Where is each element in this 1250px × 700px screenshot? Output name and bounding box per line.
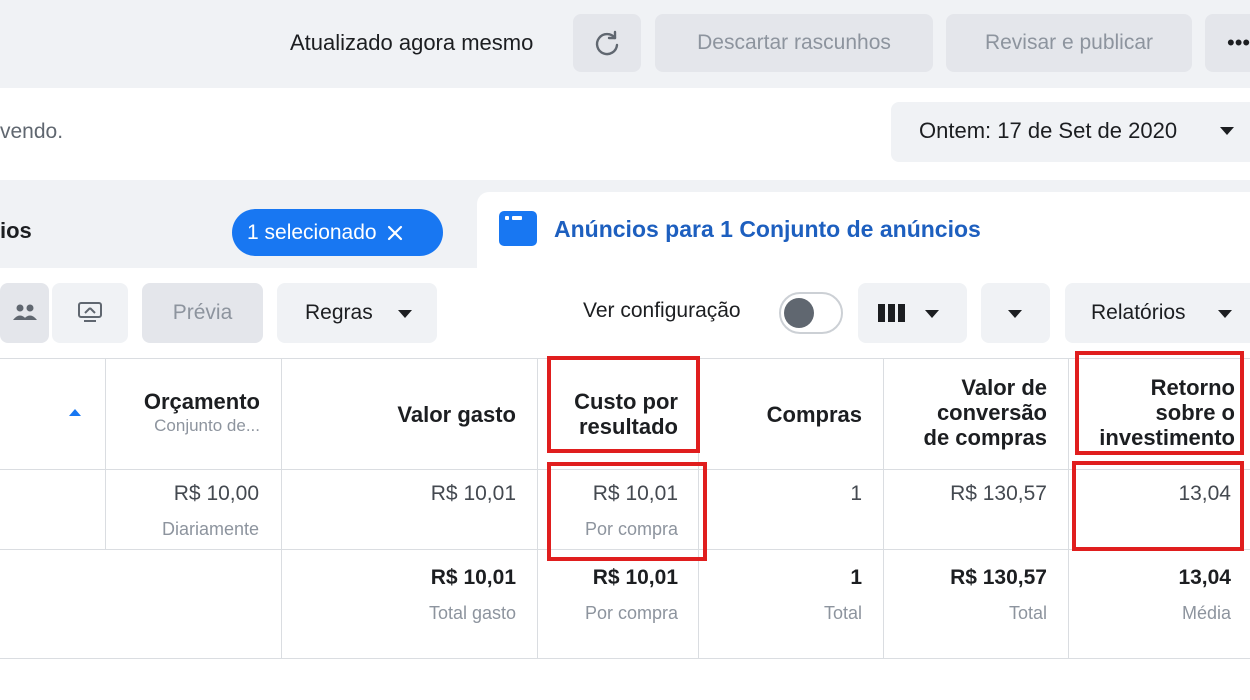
highlight-roas-cell bbox=[1072, 461, 1244, 551]
col-divider bbox=[281, 358, 282, 658]
tab-ads-label: Anúncios para 1 Conjunto de anúncios bbox=[554, 216, 981, 242]
caret-down-icon bbox=[925, 310, 939, 318]
total-roas-sub: Média bbox=[1181, 603, 1231, 623]
cell-spent: R$ 10,01 bbox=[430, 482, 516, 505]
header-budget-label: Orçamento bbox=[143, 389, 260, 414]
updated-status: Atualizado agora mesmo bbox=[290, 30, 534, 55]
highlight-roas-header bbox=[1075, 351, 1244, 455]
sort-up-icon[interactable] bbox=[69, 409, 81, 416]
total-cost-sub: Por compra bbox=[584, 603, 678, 623]
discard-drafts-button[interactable]: Descartar rascunhos bbox=[655, 14, 933, 72]
caret-down-icon bbox=[1008, 310, 1022, 318]
header-budget[interactable]: Orçamento Conjunto de... bbox=[110, 389, 260, 438]
subheader-text: vendo. bbox=[0, 120, 64, 143]
header-conv-line2: conversão bbox=[936, 400, 1047, 425]
close-icon[interactable] bbox=[387, 225, 403, 241]
cell-budget: R$ 10,00 bbox=[173, 482, 259, 505]
refresh-icon bbox=[595, 30, 619, 56]
people-icon bbox=[12, 304, 37, 320]
cell-purchases: 1 bbox=[850, 482, 862, 505]
total-cost: R$ 10,01 bbox=[592, 566, 678, 589]
header-budget-sub: Conjunto de... bbox=[154, 416, 260, 435]
header-spent[interactable]: Valor gasto bbox=[290, 402, 516, 427]
highlight-cost-cell bbox=[547, 462, 707, 561]
view-config-label: Ver configuração bbox=[583, 299, 741, 322]
reports-label: Relatórios bbox=[1091, 301, 1186, 324]
col-divider bbox=[1068, 358, 1069, 658]
preview-button[interactable]: Prévia bbox=[142, 283, 263, 343]
totals-bottom-border bbox=[0, 658, 1250, 659]
total-purchases: 1 bbox=[850, 566, 862, 589]
total-conversion-value: R$ 130,57 bbox=[950, 566, 1047, 589]
col-divider bbox=[883, 358, 884, 658]
cell-conversion-value: R$ 130,57 bbox=[950, 482, 1047, 505]
selected-pill-label: 1 selecionado bbox=[247, 220, 377, 244]
total-spent: R$ 10,01 bbox=[430, 566, 516, 589]
breakdown-button[interactable] bbox=[981, 283, 1050, 343]
header-conv-line1: Valor de bbox=[961, 375, 1047, 400]
caret-down-icon bbox=[1218, 310, 1232, 318]
header-conversion-value[interactable]: Valor de conversão de compras bbox=[890, 375, 1048, 450]
reports-button[interactable]: Relatórios bbox=[1065, 283, 1250, 343]
total-roas: 13,04 bbox=[1178, 566, 1231, 589]
caret-down-icon bbox=[1220, 127, 1234, 135]
share-icon bbox=[78, 302, 102, 322]
cell-budget-sub: Diariamente bbox=[161, 519, 259, 539]
more-options-button[interactable]: ••• bbox=[1205, 14, 1250, 72]
tab-ad-sets-label: ios bbox=[0, 218, 32, 243]
ads-icon bbox=[499, 211, 537, 246]
toggle-knob bbox=[784, 298, 814, 328]
header-purchases[interactable]: Compras bbox=[705, 402, 862, 427]
rules-label: Regras bbox=[305, 301, 373, 324]
columns-button[interactable] bbox=[858, 283, 967, 343]
header-conv-line3: de compras bbox=[923, 425, 1048, 450]
highlight-cost-header bbox=[547, 356, 700, 453]
columns-icon bbox=[878, 304, 905, 322]
total-conversion-sub: Total bbox=[1008, 603, 1047, 623]
refresh-button[interactable] bbox=[573, 14, 641, 72]
col-divider bbox=[537, 358, 538, 658]
col-divider bbox=[105, 358, 106, 550]
caret-down-icon bbox=[398, 310, 412, 318]
total-purchases-sub: Total bbox=[823, 603, 862, 623]
audience-button[interactable] bbox=[0, 283, 49, 343]
selected-pill[interactable]: 1 selecionado bbox=[232, 209, 443, 256]
date-label: Ontem: 17 de Set de 2020 bbox=[919, 118, 1178, 143]
review-publish-button[interactable]: Revisar e publicar bbox=[946, 14, 1192, 72]
total-spent-sub: Total gasto bbox=[428, 603, 516, 623]
rules-button[interactable]: Regras bbox=[277, 283, 437, 343]
share-button[interactable] bbox=[52, 283, 128, 343]
